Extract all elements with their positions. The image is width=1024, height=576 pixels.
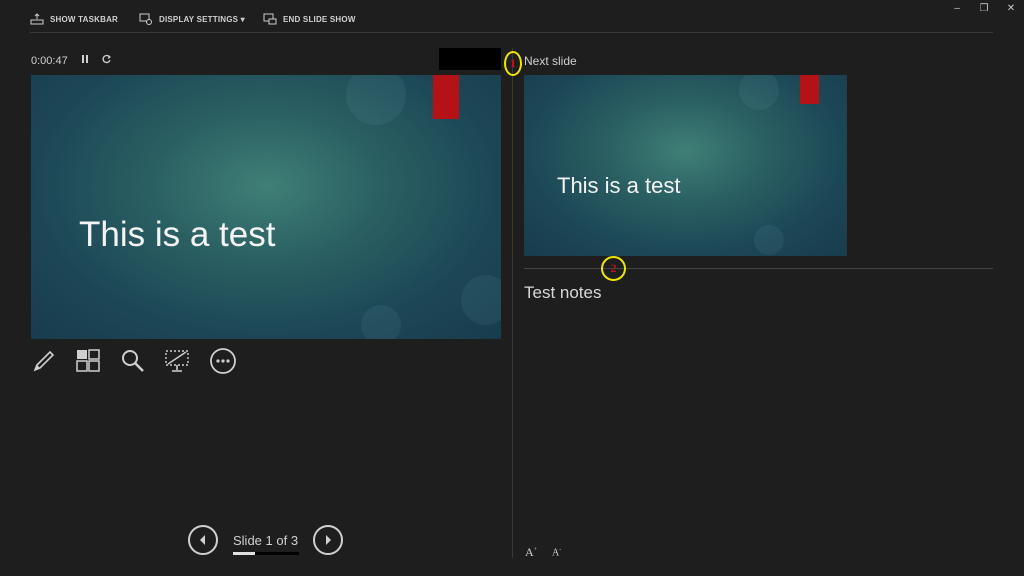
- next-slide-accent-tab: [800, 75, 819, 104]
- slide-progress-bar: [233, 552, 299, 555]
- callout-marker-1: 1: [504, 51, 522, 76]
- pause-icon[interactable]: [81, 54, 89, 67]
- pen-icon[interactable]: [29, 346, 59, 376]
- next-slide-button[interactable]: [313, 525, 343, 555]
- previous-arrow-icon: [200, 535, 205, 545]
- next-slide-preview[interactable]: This is a test: [524, 75, 847, 256]
- display-settings-button[interactable]: DISPLAY SETTINGS ▾: [139, 11, 245, 27]
- previous-slide-button[interactable]: [188, 525, 218, 555]
- current-slide-title: This is a test: [79, 215, 276, 254]
- slide-counter[interactable]: Slide 1 of 3: [233, 533, 298, 548]
- taskbar-icon: [30, 13, 44, 25]
- restore-button[interactable]: ❐: [977, 3, 991, 14]
- elapsed-timer: 0:00:47: [31, 55, 68, 67]
- slide-accent-tab: [433, 75, 459, 119]
- next-arrow-icon: [326, 535, 331, 545]
- display-settings-label: DISPLAY SETTINGS ▾: [159, 14, 245, 24]
- show-taskbar-label: SHOW TASKBAR: [50, 14, 119, 24]
- end-show-icon: [263, 13, 277, 25]
- display-settings-icon: [139, 13, 152, 25]
- next-slide-label: Next slide: [524, 54, 577, 68]
- end-slide-show-button[interactable]: END SLIDE SHOW: [263, 11, 356, 27]
- minimize-button[interactable]: –: [950, 3, 964, 14]
- more-options-icon[interactable]: [208, 346, 238, 376]
- black-screen-icon[interactable]: [162, 346, 192, 376]
- current-slide[interactable]: This is a test: [31, 75, 501, 339]
- increase-font-icon: A: [525, 545, 534, 559]
- see-all-slides-icon[interactable]: [73, 346, 103, 376]
- next-slide-title: This is a test: [557, 173, 681, 198]
- slide-progress-fill: [233, 552, 255, 555]
- close-button[interactable]: ✕: [1004, 3, 1018, 14]
- callout-marker-2: 2: [601, 256, 626, 281]
- end-slide-show-label: END SLIDE SHOW: [283, 14, 356, 24]
- increase-font-button[interactable]: A+: [525, 545, 537, 560]
- decrease-font-button[interactable]: A-: [552, 547, 561, 558]
- reset-timer-icon[interactable]: [101, 54, 112, 68]
- notes-separator[interactable]: [524, 268, 993, 269]
- toolbar-divider: [30, 32, 993, 33]
- speaker-notes[interactable]: Test notes: [524, 283, 602, 303]
- show-taskbar-button[interactable]: SHOW TASKBAR: [30, 11, 118, 27]
- zoom-icon[interactable]: [118, 346, 148, 376]
- redacted-area: [439, 48, 501, 70]
- pane-divider[interactable]: [512, 48, 513, 558]
